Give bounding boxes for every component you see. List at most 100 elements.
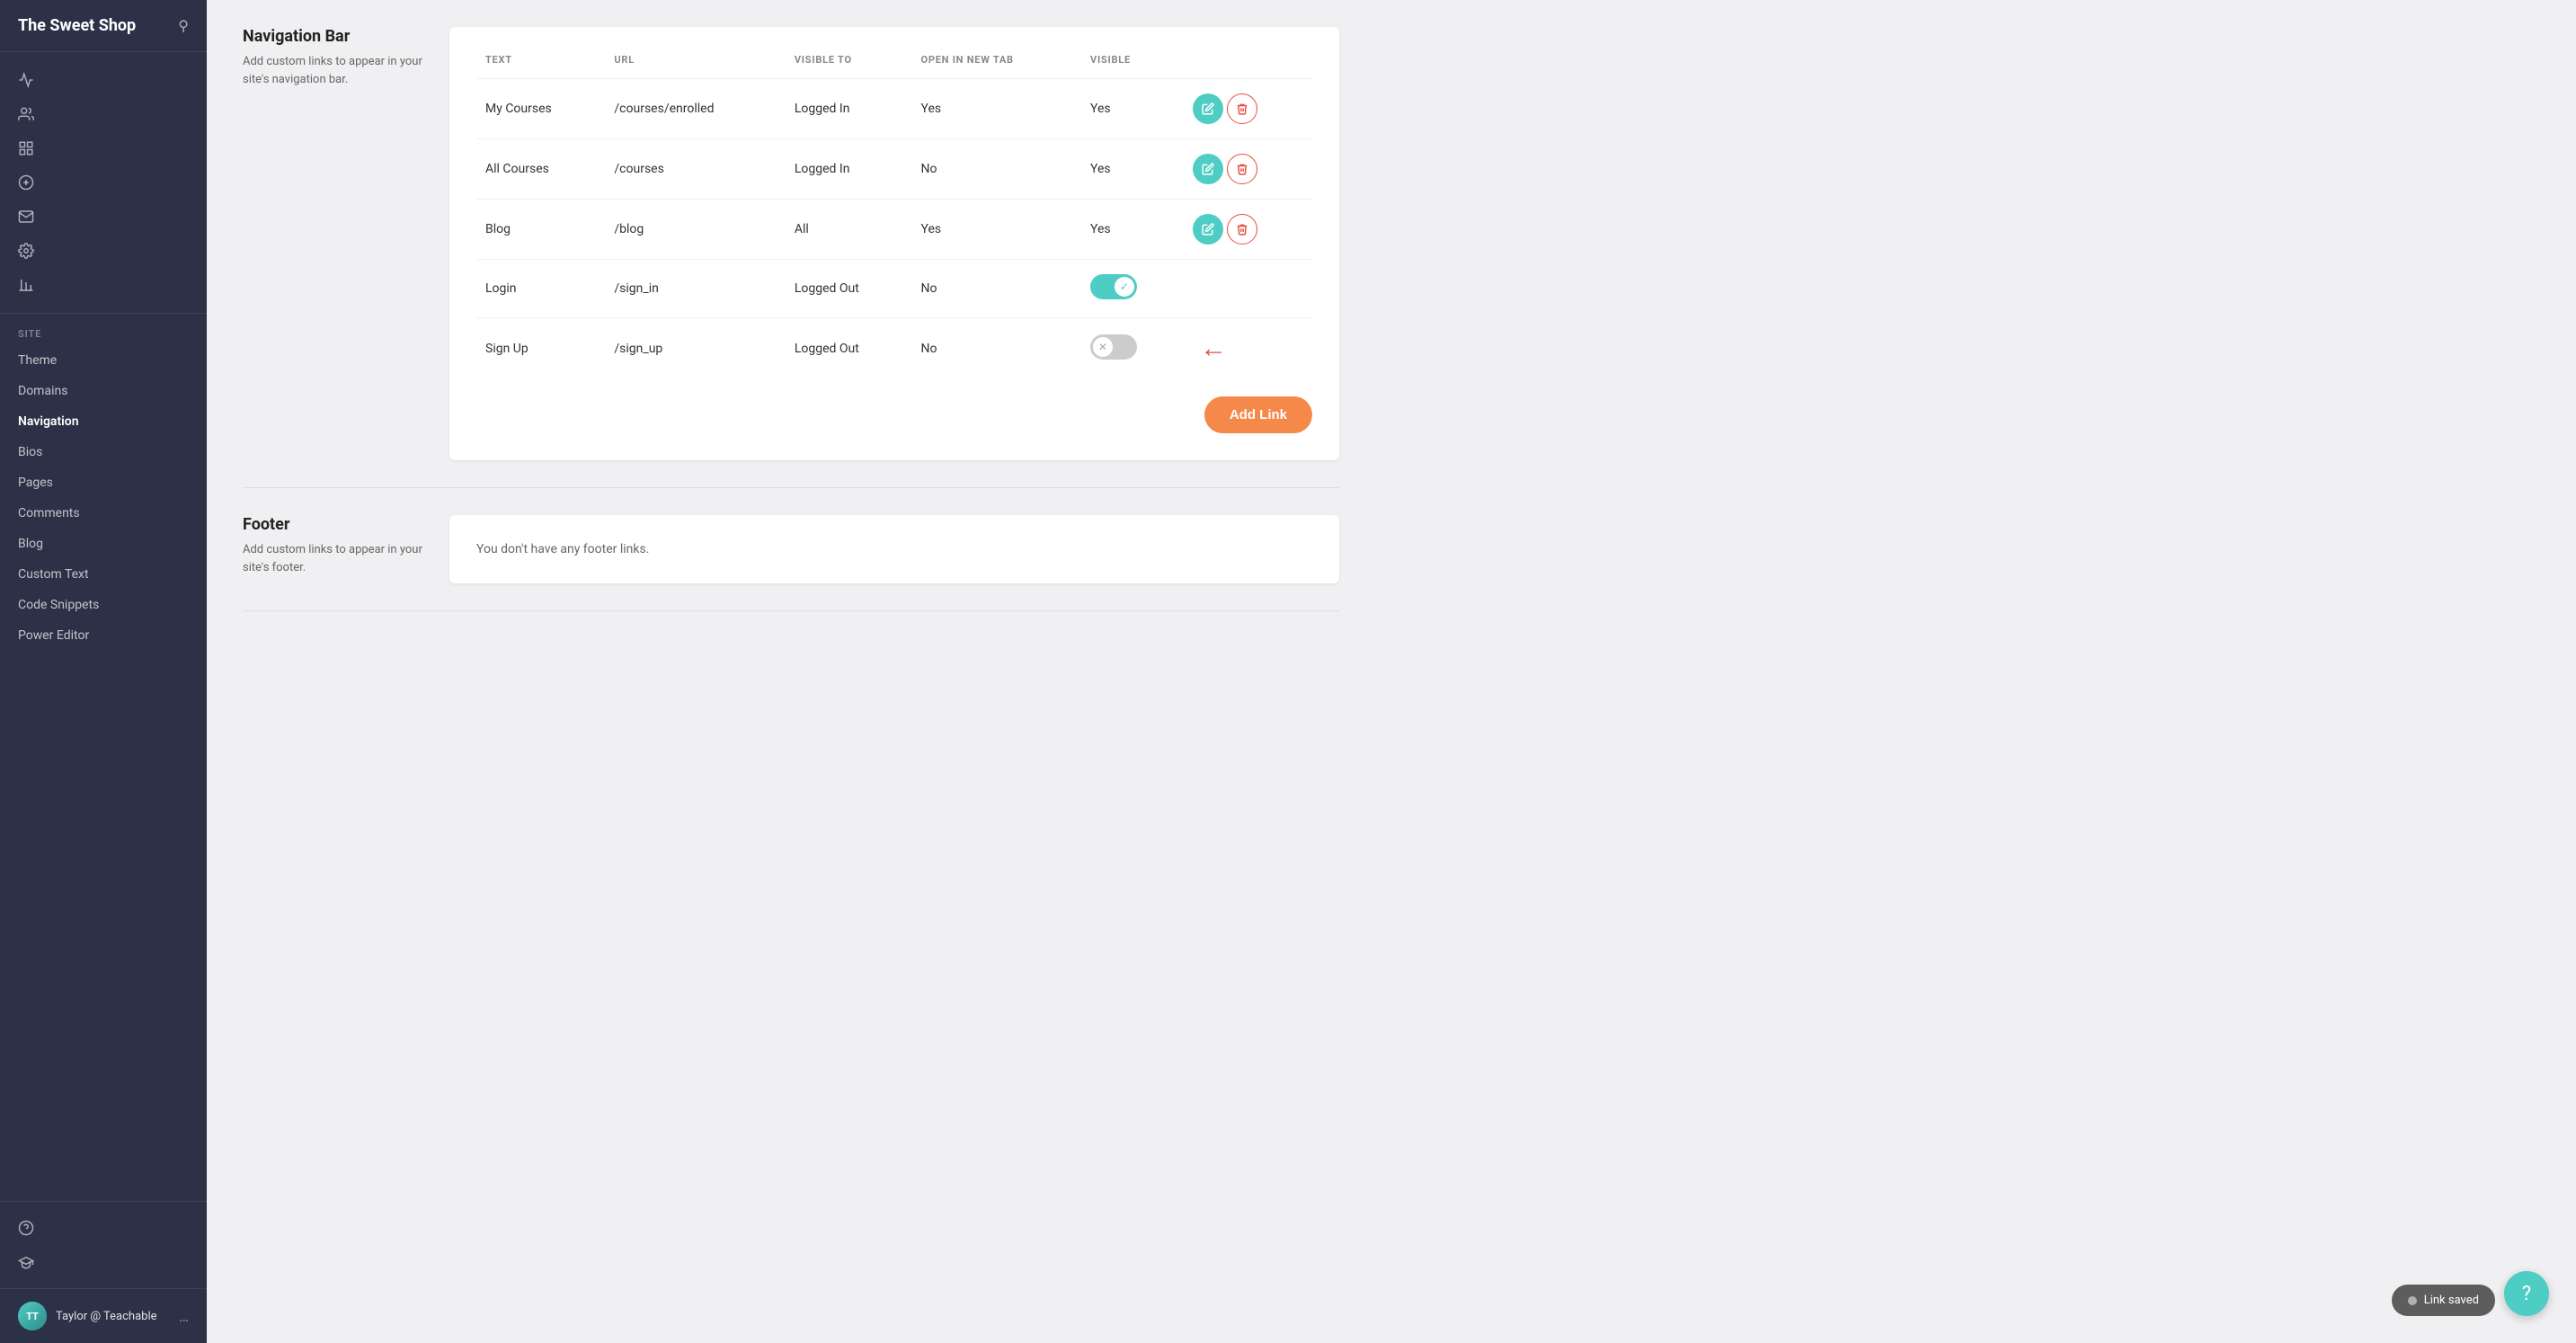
- cell-text: My Courses: [476, 79, 605, 139]
- cell-open-new-tab: Yes: [911, 200, 1081, 260]
- cell-actions: ←: [1180, 318, 1312, 379]
- toggle-on[interactable]: ✓: [1090, 274, 1137, 299]
- sidebar-nav: SITE ThemeDomainsNavigationBiosPagesComm…: [0, 314, 207, 1201]
- sidebar-item-power-editor[interactable]: Power Editor: [0, 620, 207, 651]
- cell-text: Blog: [476, 200, 605, 260]
- site-section-label: SITE: [0, 314, 207, 345]
- sidebar-icon-mail[interactable]: [0, 200, 207, 234]
- sidebar-item-domains[interactable]: Domains: [0, 376, 207, 406]
- sidebar-icon-settings[interactable]: [0, 234, 207, 268]
- cell-open-new-tab: No: [911, 318, 1081, 379]
- no-footer-links-text: You don't have any footer links.: [476, 542, 1312, 556]
- sidebar-bottom-icons: [0, 1201, 207, 1288]
- nav-bar-info: Navigation Bar Add custom links to appea…: [243, 27, 422, 460]
- cell-visible: Yes: [1081, 139, 1180, 200]
- user-name: Taylor @ Teachable: [56, 1310, 170, 1323]
- avatar: TT: [18, 1302, 47, 1330]
- col-header-open-in-new-tab: OPEN IN NEW TAB: [911, 54, 1081, 79]
- col-header-url: URL: [605, 54, 785, 79]
- cell-visible: ✓: [1081, 260, 1180, 318]
- chat-icon: ?: [2522, 1283, 2531, 1305]
- sidebar-icon-money[interactable]: [0, 165, 207, 200]
- sidebar-item-theme[interactable]: Theme: [0, 345, 207, 376]
- col-header-visible-to: VISIBLE TO: [786, 54, 912, 79]
- sidebar-item-blog[interactable]: Blog: [0, 529, 207, 559]
- sidebar-icon-graduation[interactable]: [0, 1245, 207, 1279]
- table-row: My Courses/courses/enrolledLogged InYesY…: [476, 79, 1312, 139]
- footer-card: You don't have any footer links.: [449, 515, 1339, 583]
- cell-actions: [1180, 260, 1312, 318]
- footer-section: Footer Add custom links to appear in you…: [243, 515, 1339, 611]
- footer-info: Footer Add custom links to appear in you…: [243, 515, 422, 583]
- red-arrow-indicator: ←: [1200, 333, 1227, 364]
- chat-bubble[interactable]: ?: [2504, 1271, 2549, 1316]
- footer-title: Footer: [243, 515, 422, 534]
- cell-visible-to: Logged Out: [786, 318, 912, 379]
- sidebar-icon-help[interactable]: [0, 1211, 207, 1245]
- col-header-text: TEXT: [476, 54, 605, 79]
- cell-url: /courses/enrolled: [605, 79, 785, 139]
- cell-visible: Yes: [1081, 79, 1180, 139]
- sidebar-icon-strip: [0, 52, 207, 314]
- toast-dot: [2408, 1296, 2417, 1305]
- cell-visible: ✕: [1081, 318, 1180, 379]
- cell-visible: Yes: [1081, 200, 1180, 260]
- add-link-button[interactable]: Add Link: [1204, 396, 1312, 433]
- sidebar-item-pages[interactable]: Pages: [0, 467, 207, 498]
- sidebar-item-custom-text[interactable]: Custom Text: [0, 559, 207, 590]
- sidebar: The Sweet Shop ⚲ SITE ThemeDomainsNaviga…: [0, 0, 207, 1343]
- cell-text: Sign Up: [476, 318, 605, 379]
- cell-visible-to: Logged In: [786, 79, 912, 139]
- search-icon[interactable]: ⚲: [178, 17, 189, 34]
- sidebar-item-bios[interactable]: Bios: [0, 437, 207, 467]
- cell-open-new-tab: No: [911, 139, 1081, 200]
- delete-button[interactable]: [1227, 93, 1257, 124]
- edit-button[interactable]: [1193, 154, 1223, 184]
- cell-actions: [1180, 139, 1312, 200]
- delete-button[interactable]: [1227, 154, 1257, 184]
- toast-label: Link saved: [2424, 1294, 2479, 1307]
- nav-bar-card: TEXTURLVISIBLE TOOPEN IN NEW TABVISIBLE …: [449, 27, 1339, 460]
- cell-actions: [1180, 79, 1312, 139]
- table-row: All Courses/coursesLogged InNoYes: [476, 139, 1312, 200]
- sidebar-item-comments[interactable]: Comments: [0, 498, 207, 529]
- sidebar-header: The Sweet Shop ⚲: [0, 0, 207, 52]
- table-row: Sign Up/sign_upLogged OutNo ✕ ←: [476, 318, 1312, 379]
- sidebar-icon-dashboard[interactable]: [0, 131, 207, 165]
- cell-url: /sign_up: [605, 318, 785, 379]
- nav-bar-description: Add custom links to appear in your site'…: [243, 53, 422, 88]
- cell-visible-to: Logged Out: [786, 260, 912, 318]
- cell-open-new-tab: Yes: [911, 79, 1081, 139]
- footer-description: Add custom links to appear in your site'…: [243, 541, 422, 576]
- cell-text: Login: [476, 260, 605, 318]
- nav-bar-title: Navigation Bar: [243, 27, 422, 46]
- sidebar-user[interactable]: TT Taylor @ Teachable …: [0, 1288, 207, 1343]
- cell-visible-to: All: [786, 200, 912, 260]
- content-area: Navigation Bar Add custom links to appea…: [207, 0, 1375, 665]
- edit-button[interactable]: [1193, 93, 1223, 124]
- link-saved-toast: Link saved: [2392, 1285, 2495, 1316]
- sidebar-logo: The Sweet Shop: [18, 16, 136, 35]
- main-content: Navigation Bar Add custom links to appea…: [207, 0, 2576, 1343]
- toggle-off[interactable]: ✕: [1090, 334, 1137, 360]
- delete-button[interactable]: [1227, 214, 1257, 245]
- sidebar-item-navigation[interactable]: Navigation: [0, 406, 207, 437]
- cell-text: All Courses: [476, 139, 605, 200]
- nav-bar-section: Navigation Bar Add custom links to appea…: [243, 27, 1339, 488]
- cell-actions: [1180, 200, 1312, 260]
- avatar-image: TT: [18, 1302, 47, 1330]
- sidebar-item-code-snippets[interactable]: Code Snippets: [0, 590, 207, 620]
- sidebar-icon-analytics[interactable]: [0, 63, 207, 97]
- table-row: Blog/blogAllYesYes: [476, 200, 1312, 260]
- edit-button[interactable]: [1193, 214, 1223, 245]
- col-header-visible: VISIBLE: [1081, 54, 1180, 79]
- nav-table: TEXTURLVISIBLE TOOPEN IN NEW TABVISIBLE …: [476, 54, 1312, 378]
- sidebar-icon-library[interactable]: [0, 268, 207, 302]
- table-row: Login/sign_inLogged OutNo✓: [476, 260, 1312, 318]
- cell-url: /blog: [605, 200, 785, 260]
- cell-url: /courses: [605, 139, 785, 200]
- cell-visible-to: Logged In: [786, 139, 912, 200]
- user-menu-dots[interactable]: …: [179, 1308, 189, 1325]
- sidebar-icon-users[interactable]: [0, 97, 207, 131]
- col-header-actions: [1180, 54, 1312, 79]
